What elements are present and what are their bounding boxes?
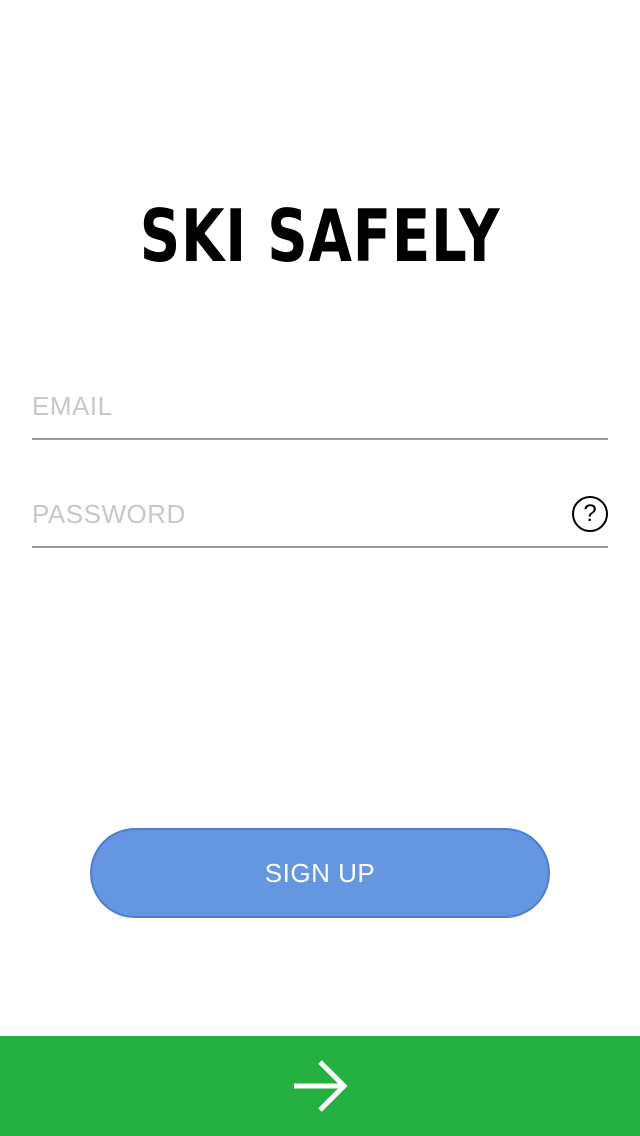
email-input[interactable] — [32, 386, 552, 426]
question-circle-icon: ? — [583, 500, 597, 527]
password-help-button[interactable]: ? — [572, 496, 608, 532]
app-logo: SKI SAFELY — [139, 194, 501, 278]
email-field-container — [32, 378, 608, 440]
signup-screen: SKI SAFELY ? SIGN UP — [0, 0, 640, 1136]
arrow-right-icon — [294, 1060, 348, 1112]
sign-up-button[interactable]: SIGN UP — [90, 828, 550, 918]
next-button[interactable] — [0, 1036, 640, 1136]
password-input[interactable] — [32, 494, 552, 534]
password-field-container: ? — [32, 486, 608, 548]
sign-up-label: SIGN UP — [264, 857, 376, 888]
